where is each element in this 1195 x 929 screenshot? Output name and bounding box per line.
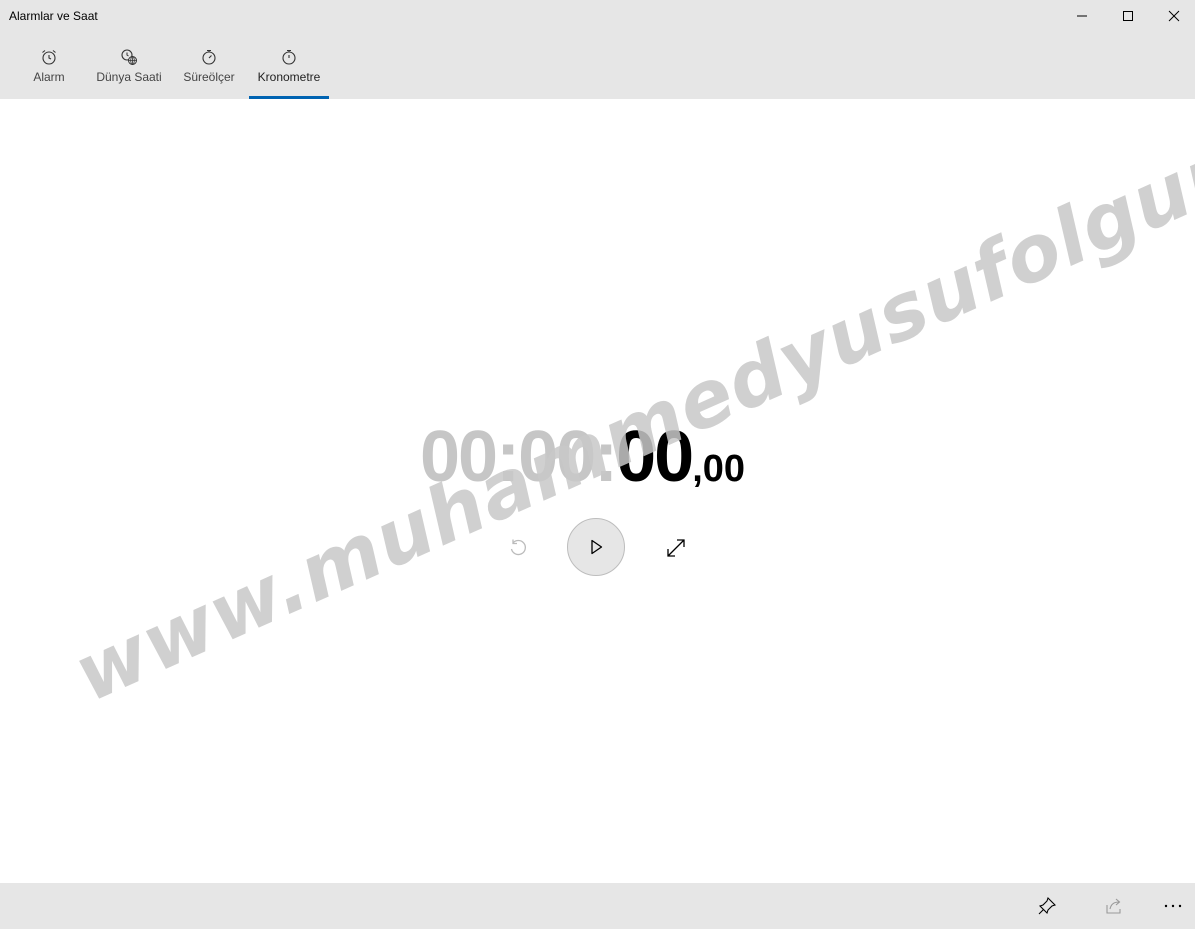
reset-button[interactable] [505,535,531,561]
tab-bar: Alarm Dünya Saati Süreölçer Kronometre [0,32,1195,99]
minimize-icon [1077,15,1087,17]
close-button[interactable] [1151,0,1195,32]
expand-button[interactable] [663,535,689,561]
tab-label: Dünya Saati [96,70,162,84]
title-bar: Alarmlar ve Saat [0,0,1195,32]
tab-world-clock[interactable]: Dünya Saati [94,32,164,99]
hundredths: ,00 [692,448,746,490]
seconds: 00 [616,417,694,497]
tab-label: Kronometre [257,70,321,84]
tab-label: Süreölçer [183,70,235,84]
reset-icon [510,539,526,556]
hours-minutes: 00:00: [420,417,618,497]
share-button[interactable] [1094,883,1134,929]
tab-stopwatch[interactable]: Kronometre [249,32,329,99]
play-icon [591,539,603,555]
timer-icon [202,49,216,65]
close-icon [1168,10,1180,22]
start-button[interactable] [567,518,625,576]
expand-icon [667,539,685,557]
tab-label: Alarm [33,70,65,84]
window-title: Alarmlar ve Saat [9,9,98,23]
more-icon [1164,904,1182,908]
maximize-icon [1123,11,1133,21]
maximize-button[interactable] [1105,0,1151,32]
more-options-button[interactable] [1153,883,1193,929]
tab-timer[interactable]: Süreölçer [180,32,238,99]
world-clock-icon [121,49,137,65]
stopwatch-icon [282,49,296,65]
command-bar [0,883,1195,929]
share-icon [1106,898,1121,914]
stopwatch-display: 00:00:00,00 [420,416,745,506]
tab-alarm[interactable]: Alarm [22,32,76,99]
stopwatch-panel: 00:00:00,00 [0,99,1195,883]
minimize-button[interactable] [1059,0,1105,32]
pin-icon [1038,896,1057,915]
alarm-clock-icon [42,50,56,65]
pin-button[interactable] [1027,883,1067,929]
